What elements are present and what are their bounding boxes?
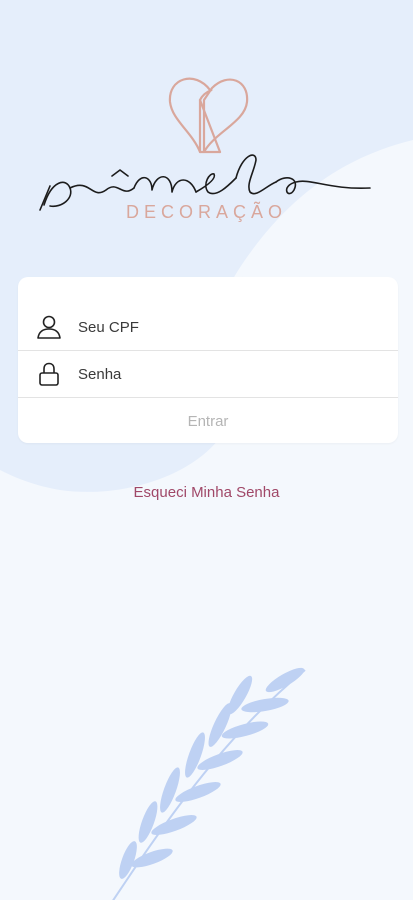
password-field[interactable] bbox=[18, 351, 398, 398]
login-screen: DECORAÇÃO Entrar Esqueci Minha Senha bbox=[0, 0, 413, 900]
cpf-field[interactable] bbox=[18, 304, 398, 351]
forgot-password-link[interactable]: Esqueci Minha Senha bbox=[0, 484, 413, 501]
brand-subtitle: DECORAÇÃO bbox=[125, 202, 287, 222]
leaf-branch-icon bbox=[112, 667, 306, 900]
login-card: Entrar bbox=[18, 277, 398, 443]
cpf-input[interactable] bbox=[78, 318, 358, 336]
password-input[interactable] bbox=[78, 365, 358, 383]
enter-button[interactable]: Entrar bbox=[18, 399, 398, 443]
user-icon bbox=[37, 315, 61, 339]
lock-icon bbox=[39, 362, 59, 386]
